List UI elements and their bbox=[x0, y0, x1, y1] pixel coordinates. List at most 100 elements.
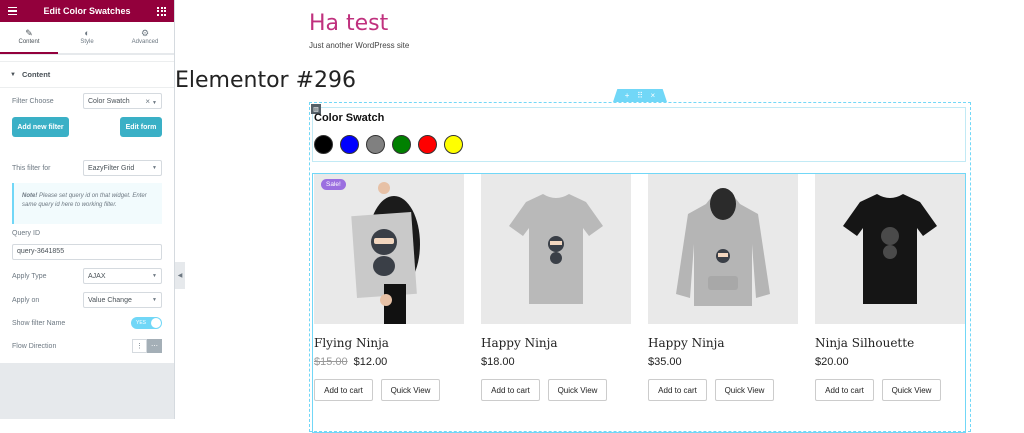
flow-vertical-icon[interactable]: ⋮ bbox=[132, 339, 147, 353]
product-image[interactable] bbox=[815, 174, 965, 324]
tab-advanced[interactable]: ⚙ Advanced bbox=[116, 22, 174, 53]
menu-icon[interactable] bbox=[8, 5, 17, 18]
product-price: $20.00 bbox=[815, 356, 965, 368]
apply-on-value: Value Change bbox=[88, 296, 132, 304]
add-to-cart-button[interactable]: Add to cart bbox=[481, 379, 540, 401]
show-name-toggle[interactable]: YES bbox=[131, 317, 162, 329]
half-circle-icon: ◐ bbox=[84, 28, 90, 38]
query-id-input[interactable]: query-3641855 bbox=[12, 244, 162, 260]
toggle-knob bbox=[151, 318, 161, 328]
product-name[interactable]: Happy Ninja bbox=[648, 336, 798, 350]
flow-direction-row: Flow Direction ⋮ ⋯ bbox=[12, 339, 162, 353]
filter-choose-value: Color Swatch bbox=[88, 97, 130, 105]
hoodie-image bbox=[676, 188, 770, 306]
swatch-blue[interactable] bbox=[340, 135, 359, 154]
note-text: Please set query id on that widget. Ente… bbox=[22, 193, 147, 208]
filter-for-row: This filter for EazyFilter Grid ▼ bbox=[12, 160, 162, 176]
current-price: $18.00 bbox=[481, 356, 515, 368]
flow-horizontal-icon[interactable]: ⋯ bbox=[147, 339, 162, 353]
product-name[interactable]: Happy Ninja bbox=[481, 336, 631, 350]
apply-type-value: AJAX bbox=[88, 272, 106, 280]
query-id-row: Query ID bbox=[12, 230, 162, 237]
apply-on-label: Apply on bbox=[12, 296, 40, 304]
collapse-panel-icon[interactable]: ◀ bbox=[175, 262, 185, 289]
edit-form-button[interactable]: Edit form bbox=[120, 117, 162, 137]
drag-section-icon[interactable]: ⠿ bbox=[637, 91, 643, 100]
flow-direction-label: Flow Direction bbox=[12, 342, 57, 350]
panel-body: ▼ Content Filter Choose Color Swatch × ▼ … bbox=[0, 55, 174, 363]
swatch-yellow[interactable] bbox=[444, 135, 463, 154]
swatch-widget[interactable] bbox=[312, 107, 966, 162]
close-section-icon[interactable]: × bbox=[651, 91, 656, 100]
apply-on-select[interactable]: Value Change ▼ bbox=[83, 292, 162, 308]
toggle-text: YES bbox=[136, 320, 147, 326]
clear-icon[interactable]: × bbox=[145, 97, 150, 106]
product-price: $15.00 $12.00 bbox=[314, 356, 464, 368]
add-to-cart-button[interactable]: Add to cart bbox=[314, 379, 373, 401]
current-price: $35.00 bbox=[648, 356, 682, 368]
swatch-red[interactable] bbox=[418, 135, 437, 154]
section-content-toggle[interactable]: ▼ Content bbox=[0, 61, 174, 88]
swatch-title: Color Swatch bbox=[314, 112, 385, 124]
note-bold: Note! bbox=[22, 193, 38, 199]
add-section-icon[interactable]: + bbox=[625, 91, 630, 100]
query-note: Note! Please set query id on that widget… bbox=[12, 183, 162, 224]
quick-view-button[interactable]: Quick View bbox=[381, 379, 440, 401]
gear-icon: ⚙ bbox=[140, 28, 150, 38]
apply-type-select[interactable]: AJAX ▼ bbox=[83, 268, 162, 284]
gray-tshirt-image bbox=[509, 194, 603, 304]
tab-content[interactable]: ✎ Content bbox=[0, 22, 58, 54]
filter-choose-label: Filter Choose bbox=[12, 97, 54, 105]
quick-view-button[interactable]: Quick View bbox=[715, 379, 774, 401]
filter-choose-row: Filter Choose Color Swatch × ▼ bbox=[12, 93, 162, 109]
widgets-grid-icon[interactable] bbox=[157, 6, 166, 16]
product-name[interactable]: Ninja Silhouette bbox=[815, 336, 965, 350]
product-card: Happy Ninja $35.00 Add to cart Quick Vie… bbox=[648, 174, 798, 401]
product-card: Ninja Silhouette $20.00 Add to cart Quic… bbox=[815, 174, 965, 401]
show-name-label: Show filter Name bbox=[12, 319, 66, 327]
product-image[interactable] bbox=[648, 174, 798, 324]
site-tagline: Just another WordPress site bbox=[309, 41, 410, 50]
apply-type-label: Apply Type bbox=[12, 272, 47, 280]
show-name-row: Show filter Name YES bbox=[12, 317, 162, 329]
chevron-down-icon: ▼ bbox=[152, 297, 157, 303]
add-new-filter-button[interactable]: Add new filter bbox=[12, 117, 69, 137]
filter-buttons-row: Add new filter Edit form bbox=[12, 117, 162, 137]
ninja-poster-image bbox=[351, 182, 420, 324]
filter-for-select[interactable]: EazyFilter Grid ▼ bbox=[83, 160, 162, 176]
panel-title: Edit Color Swatches bbox=[43, 6, 131, 16]
product-card: Sale! Flying Ninja $15.00 $12.00 Add to c… bbox=[314, 174, 464, 401]
apply-type-row: Apply Type AJAX ▼ bbox=[12, 268, 162, 284]
current-price: $20.00 bbox=[815, 356, 849, 368]
filter-for-label: This filter for bbox=[12, 164, 51, 172]
swatch-gray[interactable] bbox=[366, 135, 385, 154]
tab-style[interactable]: ◐ Style bbox=[58, 22, 116, 53]
swatch-green[interactable] bbox=[392, 135, 411, 154]
site-title[interactable]: Ha test bbox=[309, 11, 388, 36]
filter-for-value: EazyFilter Grid bbox=[88, 164, 135, 172]
swatch-black[interactable] bbox=[314, 135, 333, 154]
product-image[interactable]: Sale! bbox=[314, 174, 464, 324]
product-name[interactable]: Flying Ninja bbox=[314, 336, 464, 350]
black-tshirt-image bbox=[843, 194, 937, 304]
page-title: Elementor #296 bbox=[175, 68, 357, 93]
panel-tabs: ✎ Content ◐ Style ⚙ Advanced bbox=[0, 22, 174, 54]
caret-down-icon: ▼ bbox=[10, 71, 16, 78]
add-to-cart-button[interactable]: Add to cart bbox=[815, 379, 874, 401]
section-title: Content bbox=[21, 70, 51, 79]
product-image[interactable] bbox=[481, 174, 631, 324]
tab-content-label: Content bbox=[18, 39, 40, 45]
filter-choose-select[interactable]: Color Swatch × ▼ bbox=[83, 93, 162, 109]
quick-view-button[interactable]: Quick View bbox=[548, 379, 607, 401]
old-price: $15.00 bbox=[314, 356, 348, 368]
flow-direction-choices: ⋮ ⋯ bbox=[132, 339, 162, 353]
editor-panel: Edit Color Swatches ✎ Content ◐ Style ⚙ … bbox=[0, 0, 175, 419]
quick-view-button[interactable]: Quick View bbox=[882, 379, 941, 401]
query-id-label: Query ID bbox=[12, 230, 41, 237]
add-to-cart-button[interactable]: Add to cart bbox=[648, 379, 707, 401]
apply-on-row: Apply on Value Change ▼ bbox=[12, 292, 162, 308]
chevron-down-icon: ▼ bbox=[152, 165, 157, 171]
chevron-down-icon: ▼ bbox=[152, 99, 157, 106]
pencil-icon: ✎ bbox=[25, 28, 33, 38]
tab-style-label: Style bbox=[80, 39, 94, 45]
